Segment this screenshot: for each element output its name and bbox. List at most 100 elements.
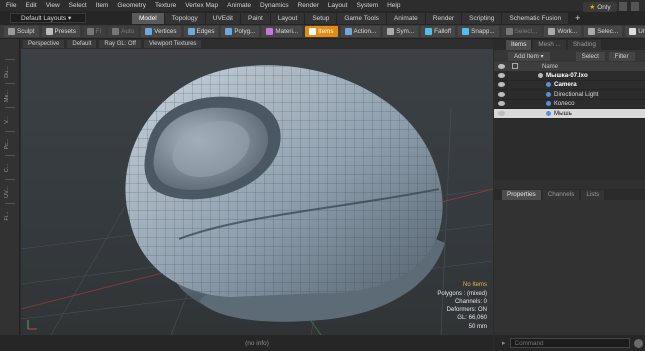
rp-tab-0[interactable]: Items — [506, 39, 532, 50]
axis-gizmo-icon — [27, 320, 37, 330]
properties-tabs: Properties Channels Lists — [494, 189, 645, 200]
menu-item-animate[interactable]: Animate — [227, 2, 251, 9]
tab-layout[interactable]: Layout — [270, 12, 306, 24]
command-input[interactable] — [509, 338, 630, 348]
menu-item-select[interactable]: Select — [69, 2, 87, 9]
menu-item-texture[interactable]: Texture — [155, 2, 176, 9]
visibility-icon[interactable] — [498, 91, 505, 97]
left-tool-tab[interactable]: UV... — [4, 185, 14, 199]
tool-divider — [5, 155, 15, 156]
left-tool-tab[interactable]: Pc... — [4, 137, 14, 151]
rp-tab-1[interactable]: Mesh ... — [533, 39, 566, 50]
selection-sets-button[interactable]: Selec... — [584, 26, 623, 37]
select-button[interactable]: Select... — [501, 26, 542, 37]
falloff-button[interactable]: Falloff — [421, 26, 456, 37]
action-button[interactable]: Action... — [340, 26, 381, 37]
item-row[interactable]: Мышь — [494, 109, 645, 119]
menu-item-help[interactable]: Help — [387, 2, 400, 9]
auto-button[interactable]: Auto — [108, 26, 139, 37]
props-tab-0[interactable]: Properties — [502, 189, 541, 200]
items-button[interactable]: Items — [305, 26, 338, 37]
properties-panel — [494, 200, 645, 333]
item-row[interactable]: Колесо — [494, 100, 645, 109]
lock-header-icon[interactable] — [512, 63, 518, 69]
add-tab-icon[interactable]: + — [575, 13, 580, 23]
tab-animate[interactable]: Animate — [386, 12, 426, 24]
filter-button[interactable]: Filter — [608, 51, 635, 61]
tab-game-tools[interactable]: Game Tools — [337, 12, 387, 24]
tab-schematic-fusion[interactable]: Schematic Fusion — [502, 12, 570, 24]
left-tool-tab[interactable]: Du... — [4, 65, 14, 79]
no-items-text: No Items — [462, 282, 487, 289]
menu-item-dynamics[interactable]: Dynamics — [260, 2, 289, 9]
item-row[interactable]: Мышка-07.lxo — [494, 71, 645, 81]
menu-item-system[interactable]: System — [356, 2, 378, 9]
visibility-icon[interactable] — [498, 101, 505, 107]
symmetry-icon — [387, 28, 395, 35]
visibility-icon[interactable] — [498, 72, 505, 78]
only-label: Only — [597, 3, 611, 11]
viewport-option-0[interactable]: Perspective — [23, 40, 65, 48]
tab-scripting[interactable]: Scripting — [462, 12, 503, 24]
polygons-button[interactable]: Polyg... — [221, 26, 260, 37]
menu-item-vertex-map[interactable]: Vertex Map — [185, 2, 218, 9]
menu-item-layout[interactable]: Layout — [328, 2, 348, 9]
visibility-header-icon[interactable] — [498, 64, 505, 69]
snapping-button[interactable]: Snapp... — [458, 26, 499, 37]
presets-button[interactable]: Presets — [41, 26, 80, 37]
gl-text: GL: 66,060 — [457, 315, 487, 322]
item-label: Directional Light — [554, 90, 599, 98]
only-button[interactable]: ★ Only — [583, 2, 617, 12]
sculpt-button[interactable]: Sculpt — [4, 26, 39, 37]
tab-paint[interactable]: Paint — [240, 12, 271, 24]
menu-item-edit[interactable]: Edit — [25, 2, 36, 9]
tool-divider — [5, 203, 15, 204]
toolbar-label: Falloff — [434, 28, 452, 35]
select-button[interactable]: Select — [575, 51, 605, 61]
workplane-button[interactable]: Work... — [544, 26, 582, 37]
rp-tab-2[interactable]: Shading — [567, 39, 601, 50]
tab-setup[interactable]: Setup — [305, 12, 338, 24]
left-tool-tab[interactable]: C... — [4, 161, 14, 175]
props-tab-1[interactable]: Channels — [542, 189, 580, 200]
menu-item-render[interactable]: Render — [298, 2, 319, 9]
panel-icon[interactable] — [619, 2, 627, 11]
status-info-text: (no info) — [245, 339, 269, 347]
polygons-text: Polygons : (mixed) — [437, 290, 487, 297]
left-tool-tab[interactable]: Me... — [4, 89, 14, 103]
menu-bar: File Edit View Select Item Geometry Texture Ver… — [0, 0, 645, 11]
add-item-button[interactable]: Add Item ▾ — [508, 51, 550, 61]
fill-button[interactable]: Fi — [82, 26, 106, 37]
menu-item-geometry[interactable]: Geometry — [117, 2, 146, 9]
item-row[interactable]: Camera — [494, 81, 645, 90]
name-column-header[interactable]: Name — [542, 64, 558, 70]
layout-icon[interactable] — [631, 2, 639, 11]
menu-item-view[interactable]: View — [46, 2, 60, 9]
visibility-icon[interactable] — [498, 110, 505, 116]
viewport-option-2[interactable]: Ray GL: Off — [99, 40, 141, 48]
vertices-button[interactable]: Vertices — [141, 26, 181, 37]
materials-button[interactable]: Materi... — [262, 26, 303, 37]
menu-item-item[interactable]: Item — [96, 2, 109, 9]
item-row[interactable]: Directional Light — [494, 90, 645, 100]
viewport-3d[interactable]: Perspective Default Ray GL: Off Viewport Te… — [21, 39, 493, 335]
item-label: Колесо — [554, 100, 575, 108]
menu-item-file[interactable]: File — [6, 2, 16, 9]
right-panel: Items Mesh ... Shading Add Item ▾ Select F… — [494, 39, 645, 351]
layouts-dropdown[interactable]: Default Layouts ▾ — [10, 13, 86, 23]
tab-render[interactable]: Render — [425, 12, 463, 24]
viewport-option-1[interactable]: Default — [67, 40, 97, 48]
tab-model[interactable]: Model — [132, 12, 165, 24]
props-tab-2[interactable]: Lists — [581, 189, 605, 200]
left-tool-tab[interactable]: Fi... — [4, 209, 14, 223]
vertices-icon — [145, 28, 153, 35]
record-icon[interactable] — [633, 338, 643, 348]
symmetry-button[interactable]: Sym... — [383, 26, 419, 37]
visibility-icon[interactable] — [498, 82, 505, 88]
unreal-button[interactable]: Unre... — [625, 26, 645, 37]
tab-topology[interactable]: Topology — [164, 12, 206, 24]
tab-uvedit[interactable]: UVEdit — [205, 12, 241, 24]
left-tool-tab[interactable]: V... — [4, 113, 14, 127]
viewport-option-3[interactable]: Viewport Textures — [143, 40, 202, 48]
edges-button[interactable]: Edges — [183, 26, 219, 37]
